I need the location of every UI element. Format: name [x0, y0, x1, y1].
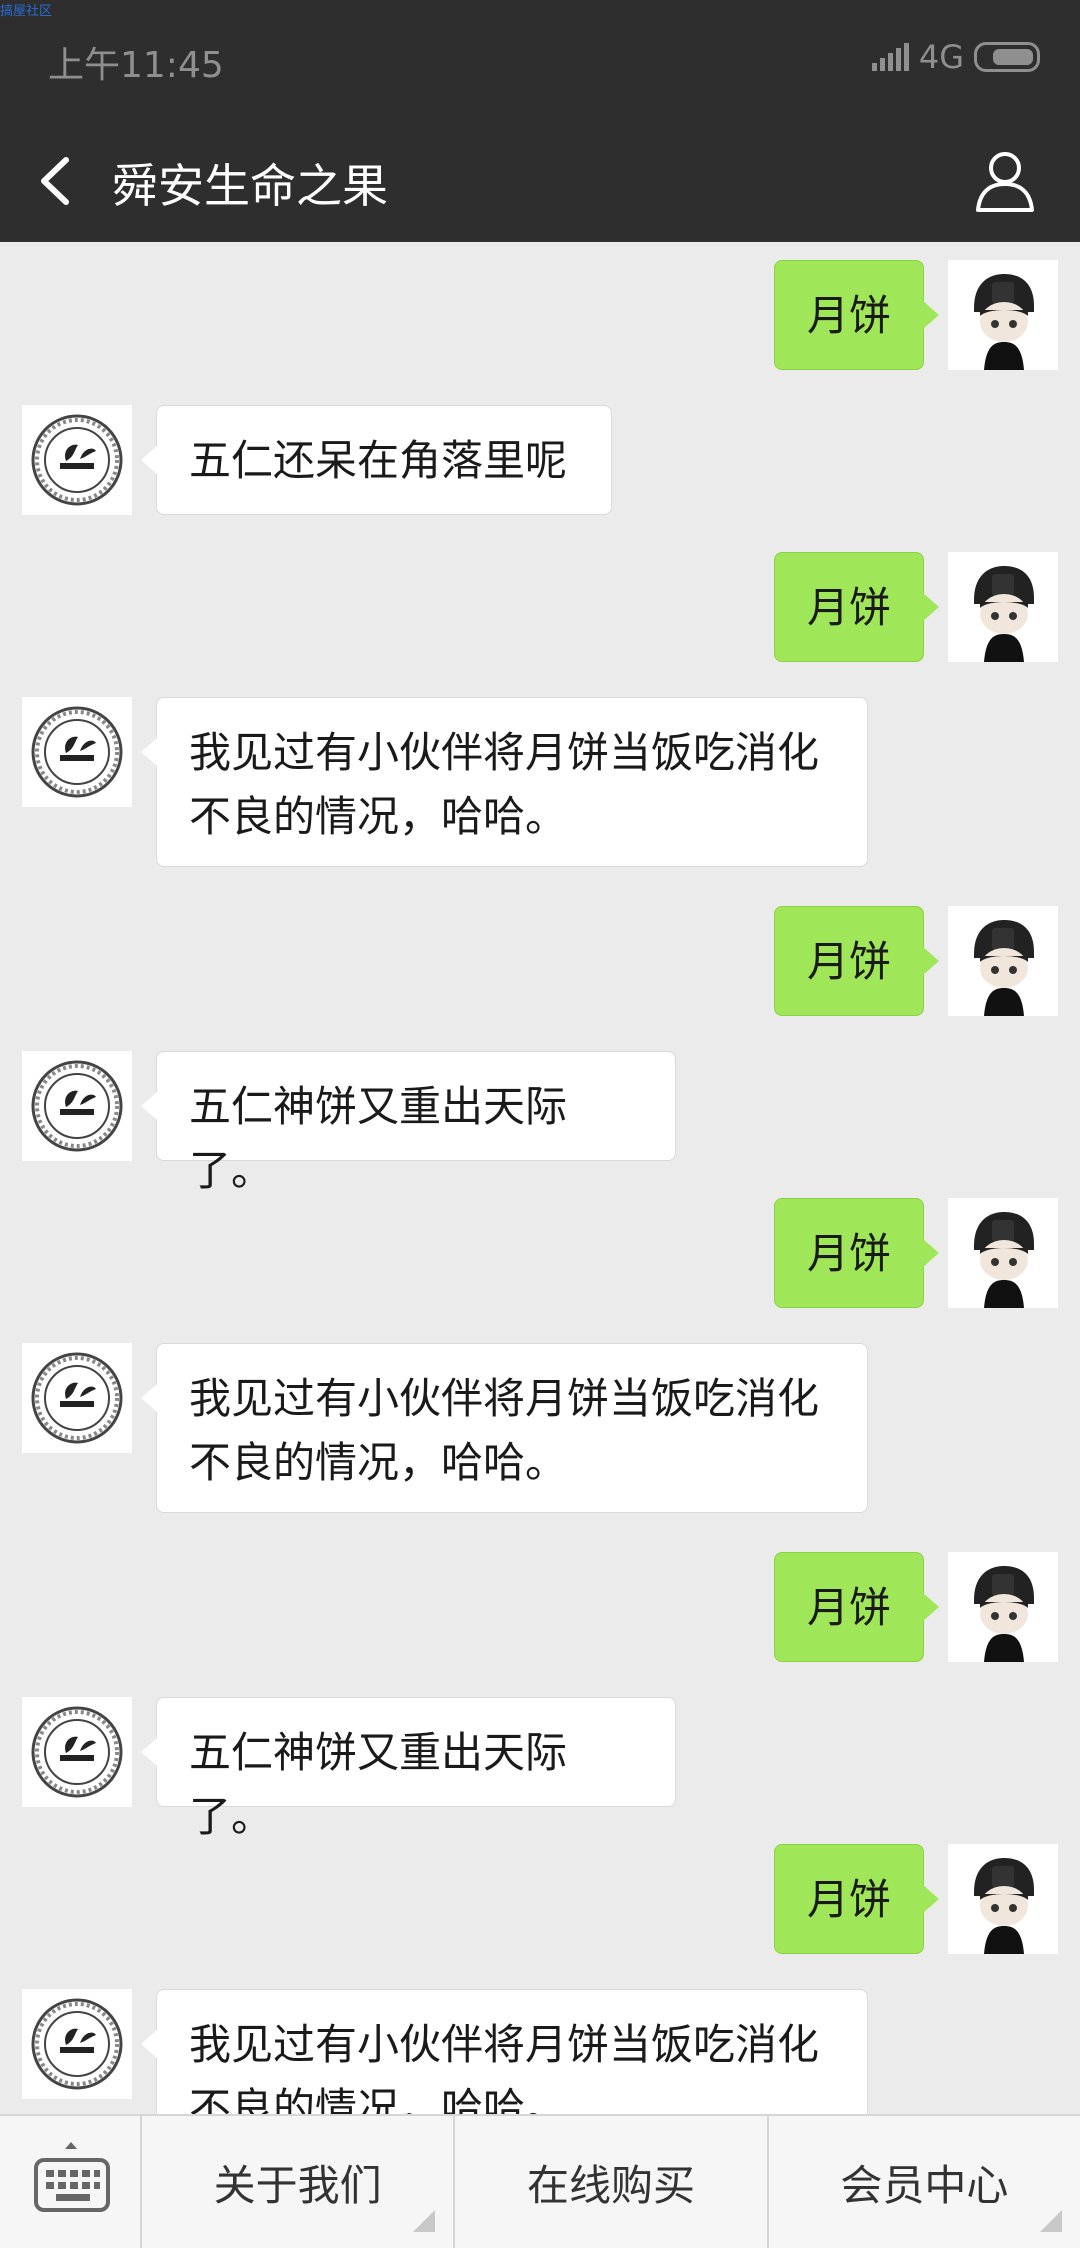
official-account-avatar[interactable] [22, 697, 132, 807]
message-bubble[interactable]: 我见过有小伙伴将月饼当饭吃消化不良的情况，哈哈。 [141, 697, 868, 867]
profile-button[interactable] [970, 146, 1040, 216]
user-avatar[interactable] [948, 1552, 1058, 1662]
nav-bar: 舜安生命之果 [0, 120, 1080, 242]
official-account-avatar[interactable] [22, 1343, 132, 1453]
chevron-left-icon [41, 157, 69, 205]
user-avatar[interactable] [948, 1198, 1058, 1308]
sent-message: 月饼 [0, 1844, 1080, 1954]
bottom-menu: 关于我们 在线购买 会员中心 [0, 2114, 1080, 2248]
status-time: 上午11:45 [48, 45, 224, 86]
user-avatar[interactable] [948, 260, 1058, 370]
watermark: 搞屋社区 [0, 4, 53, 19]
sent-message: 月饼 [0, 1552, 1080, 1662]
menu-member-center[interactable]: 会员中心 [769, 2116, 1080, 2248]
back-button[interactable] [30, 148, 90, 214]
message-bubble[interactable]: 月饼 [774, 1198, 939, 1308]
official-account-avatar[interactable] [22, 1051, 132, 1161]
chat-area[interactable]: 月饼 五仁还呆在角落里呢 月饼 我见过有小伙伴将月饼当饭吃消化不良的情况，哈哈。 月饼五… [0, 242, 1080, 2114]
status-bar: 上午11:45 4G [0, 0, 1080, 120]
submenu-indicator-icon [413, 2210, 436, 2232]
official-account-avatar[interactable] [22, 1697, 132, 1807]
message-bubble[interactable]: 五仁神饼又重出天际了。 [141, 1697, 676, 1841]
menu-label: 在线购买 [526, 2160, 695, 2210]
network-type: 4G [918, 38, 964, 76]
menu-buy-online[interactable]: 在线购买 [455, 2116, 769, 2248]
menu-about-us[interactable]: 关于我们 [142, 2116, 456, 2248]
user-avatar[interactable] [948, 906, 1058, 1016]
message-bubble[interactable]: 五仁还呆在角落里呢 [141, 405, 612, 515]
official-account-avatar[interactable] [22, 405, 132, 515]
received-message: 五仁还呆在角落里呢 [0, 405, 1080, 515]
status-indicators: 4G [871, 38, 1040, 76]
received-message: 我见过有小伙伴将月饼当饭吃消化不良的情况，哈哈。 [0, 697, 1080, 867]
received-message: 我见过有小伙伴将月饼当饭吃消化不良的情况，哈哈。 [0, 1343, 1080, 1513]
keyboard-toggle-button[interactable] [0, 2116, 142, 2248]
message-bubble[interactable]: 月饼 [774, 552, 939, 662]
menu-label: 关于我们 [213, 2160, 382, 2210]
sent-message: 月饼 [0, 906, 1080, 1016]
message-bubble[interactable]: 月饼 [774, 1552, 939, 1662]
sent-message: 月饼 [0, 1198, 1080, 1308]
sent-message: 月饼 [0, 260, 1080, 370]
battery-icon [974, 42, 1040, 72]
message-bubble[interactable]: 五仁神饼又重出天际了。 [141, 1051, 676, 1195]
sent-message: 月饼 [0, 552, 1080, 662]
message-bubble[interactable]: 我见过有小伙伴将月饼当饭吃消化不良的情况，哈哈。 [141, 1989, 868, 2114]
received-message: 五仁神饼又重出天际了。 [0, 1051, 1080, 1195]
keyboard-icon [34, 2142, 110, 2212]
user-icon [976, 152, 1034, 212]
page-title: 舜安生命之果 [112, 159, 388, 213]
user-avatar[interactable] [948, 1844, 1058, 1954]
received-message: 我见过有小伙伴将月饼当饭吃消化不良的情况，哈哈。 [0, 1989, 1080, 2114]
message-bubble[interactable]: 我见过有小伙伴将月饼当饭吃消化不良的情况，哈哈。 [141, 1343, 868, 1513]
received-message: 五仁神饼又重出天际了。 [0, 1697, 1080, 1841]
official-account-avatar[interactable] [22, 1989, 132, 2099]
menu-label: 会员中心 [840, 2160, 1009, 2210]
message-bubble[interactable]: 月饼 [774, 1844, 939, 1954]
submenu-indicator-icon [1039, 2210, 1062, 2232]
user-avatar[interactable] [948, 552, 1058, 662]
message-bubble[interactable]: 月饼 [774, 906, 939, 1016]
signal-icon [871, 43, 909, 71]
message-bubble[interactable]: 月饼 [774, 260, 939, 370]
